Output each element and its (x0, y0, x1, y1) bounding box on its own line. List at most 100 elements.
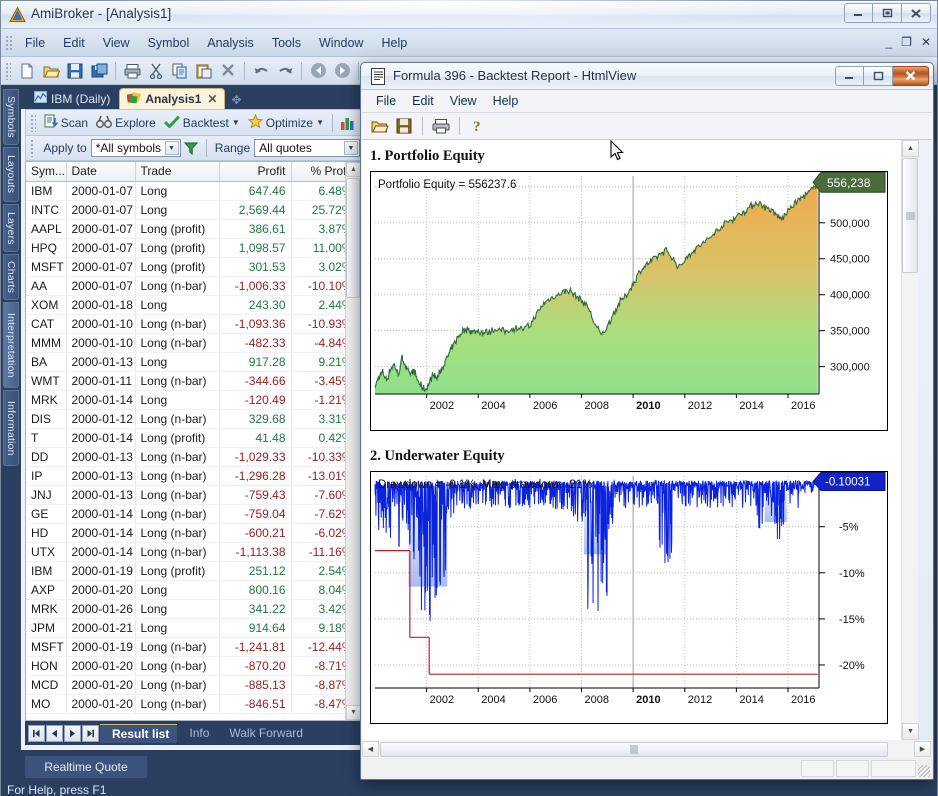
scroll-right-button[interactable]: ▶ (914, 741, 931, 757)
menu-window[interactable]: Window (310, 33, 372, 53)
htmlview-horizontal-scrollbar[interactable]: ◀ ▶ (362, 740, 932, 758)
minimize-button[interactable] (844, 3, 873, 23)
funnel-filter-icon[interactable] (181, 137, 202, 159)
table-row[interactable]: HON 2000-01-20 Long (n-bar) -870.20 -8.71% (26, 656, 359, 676)
scroll-up-button[interactable]: ▲ (902, 140, 919, 157)
menu-file[interactable]: File (16, 33, 54, 53)
sidebar-item-layers[interactable]: Layers (3, 204, 19, 252)
scroll-left-button[interactable]: ◀ (362, 741, 379, 757)
table-row[interactable]: MO 2000-01-20 Long (n-bar) -846.51 -8.47% (26, 694, 359, 714)
bar-chart-icon[interactable] (337, 112, 360, 134)
undo-icon[interactable] (249, 60, 273, 82)
menu-symbol[interactable]: Symbol (139, 33, 199, 53)
back-arrow-icon[interactable] (306, 60, 330, 82)
tab-info[interactable]: Info (177, 724, 217, 742)
htmlview-menu-file[interactable]: File (368, 92, 404, 110)
menu-analysis[interactable]: Analysis (198, 33, 263, 53)
table-row[interactable]: HD 2000-01-14 Long (n-bar) -600.21 -6.02% (26, 523, 359, 543)
column-header-trade[interactable]: Trade (135, 162, 220, 182)
forward-arrow-icon[interactable] (330, 60, 354, 82)
column-header-symbol[interactable]: Sym... (26, 162, 67, 182)
htmlview-maximize-button[interactable] (864, 66, 893, 86)
column-header-date[interactable]: Date (66, 162, 136, 182)
sidebar-item-layouts[interactable]: Layouts (3, 147, 19, 202)
grid-vertical-scrollbar[interactable]: ▲ ▼ (345, 162, 360, 720)
table-row[interactable]: XOM 2000-01-18 Long 243.30 2.44% (26, 295, 359, 315)
table-row[interactable]: AA 2000-01-07 Long (n-bar) -1,006.33 -10.10% (26, 276, 359, 296)
chevron-down-icon[interactable]: ▼ (164, 141, 179, 155)
mdi-close-button[interactable]: ✕ (921, 35, 931, 49)
paste-icon[interactable] (192, 60, 216, 82)
open-folder-icon[interactable] (39, 60, 63, 82)
resize-grip[interactable] (918, 765, 930, 777)
new-document-icon[interactable] (15, 60, 39, 82)
table-row[interactable]: GE 2000-01-14 Long (n-bar) -759.04 -7.62% (26, 504, 359, 524)
range-select[interactable]: All quotes ▼ (254, 139, 360, 157)
table-row[interactable]: AAPL 2000-01-07 Long (profit) 386.61 3.87% (26, 219, 359, 239)
next-record-button[interactable] (64, 724, 81, 742)
chevron-down-icon[interactable]: ▼ (316, 118, 324, 127)
table-row[interactable]: MMM 2000-01-10 Long (n-bar) -482.33 -4.84% (26, 333, 359, 353)
print-icon[interactable] (120, 60, 144, 82)
table-row[interactable]: DD 2000-01-13 Long (n-bar) -1,029.33 -10.33% (26, 447, 359, 467)
table-row[interactable]: IBM 2000-01-19 Long (profit) 251.12 2.54% (26, 561, 359, 581)
table-row[interactable]: MSFT 2000-01-07 Long (profit) 301.53 3.02% (26, 257, 359, 277)
chevron-down-icon[interactable]: ▼ (344, 141, 358, 155)
help-question-icon[interactable]: ? (466, 115, 490, 137)
htmlview-titlebar[interactable]: Formula 396 - Backtest Report - HtmlView (361, 63, 933, 90)
table-row[interactable]: JNJ 2000-01-13 Long (n-bar) -759.43 -7.60% (26, 485, 359, 505)
htmlview-menu-view[interactable]: View (442, 92, 485, 110)
tab-ibm-daily[interactable]: IBM (Daily) (27, 88, 117, 109)
save-icon[interactable] (63, 60, 87, 82)
htmlview-close-button[interactable] (893, 66, 929, 86)
table-row[interactable]: HPQ 2000-01-07 Long (profit) 1,098.57 11.00% (26, 238, 359, 258)
last-record-button[interactable] (82, 724, 99, 742)
mdi-restore-button[interactable]: ❐ (901, 35, 912, 49)
table-row[interactable]: MSFT 2000-01-19 Long (n-bar) -1,241.81 -12.4… (26, 637, 359, 657)
table-row[interactable]: DIS 2000-01-12 Long (n-bar) 329.68 3.31% (26, 409, 359, 429)
table-row[interactable]: IBM 2000-01-07 Long 647.46 6.48% (26, 181, 359, 201)
save-icon[interactable] (392, 115, 416, 137)
table-row[interactable]: WMT 2000-01-11 Long (n-bar) -344.66 -3.45% (26, 371, 359, 391)
realtime-quote-panel-tab[interactable]: Realtime Quote (25, 756, 147, 778)
table-row[interactable]: MRK 2000-01-14 Long -120.49 -1.21% (26, 390, 359, 410)
menu-tools[interactable]: Tools (263, 33, 310, 53)
save-all-icon[interactable] (87, 60, 111, 82)
table-row[interactable]: AXP 2000-01-20 Long 800.16 8.04% (26, 580, 359, 600)
toolbar-grip[interactable] (5, 61, 11, 80)
close-icon[interactable]: ✕ (207, 92, 217, 106)
apply-to-select[interactable]: *All symbols ▼ (90, 139, 181, 157)
table-row[interactable]: IP 2000-01-13 Long (n-bar) -1,296.28 -13.01% (26, 466, 359, 486)
restore-button[interactable] (873, 3, 902, 23)
menubar-grip[interactable] (4, 33, 12, 52)
table-row[interactable]: INTC 2000-01-07 Long 2,569.44 25.72% (26, 200, 359, 220)
table-row[interactable]: MRK 2000-01-26 Long 341.22 3.42% (26, 599, 359, 619)
copy-icon[interactable] (168, 60, 192, 82)
close-button[interactable] (902, 3, 931, 23)
tab-result-list[interactable]: Result list (100, 723, 178, 743)
tab-analysis1[interactable]: Analysis1 ✕ (119, 88, 226, 109)
table-row[interactable]: MCD 2000-01-20 Long (n-bar) -885.13 -8.87% (26, 675, 359, 695)
scroll-down-button[interactable]: ▼ (902, 723, 919, 740)
new-tab-button[interactable]: ✥ (227, 91, 245, 109)
sidebar-item-information[interactable]: Information (3, 390, 19, 466)
table-row[interactable]: UTX 2000-01-14 Long (n-bar) -1,113.38 -11.16… (26, 542, 359, 562)
htmlview-vertical-scrollbar[interactable]: ▲ ▼ (901, 140, 919, 740)
chevron-down-icon[interactable]: ▼ (232, 118, 240, 127)
result-list-grid[interactable]: Sym... Date Trade Profit % Profit IBM 200… (25, 161, 361, 721)
sidebar-item-charts[interactable]: Charts (3, 254, 19, 300)
first-record-button[interactable] (28, 724, 45, 742)
table-row[interactable]: JPM 2000-01-21 Long 914.64 9.18% (26, 618, 359, 638)
table-row[interactable]: CAT 2000-01-10 Long (n-bar) -1,093.36 -10.93… (26, 314, 359, 334)
scroll-thumb[interactable] (346, 178, 360, 298)
menu-edit[interactable]: Edit (54, 33, 94, 53)
delete-x-icon[interactable] (216, 60, 240, 82)
tab-walk-forward[interactable]: Walk Forward (217, 724, 311, 742)
table-row[interactable]: BA 2000-01-13 Long 917.28 9.21% (26, 352, 359, 372)
scroll-thumb[interactable] (902, 158, 918, 273)
menu-view[interactable]: View (94, 33, 139, 53)
toolbar-grip[interactable] (30, 139, 36, 157)
explore-button[interactable]: Explore (92, 114, 160, 132)
toolbar-grip[interactable] (30, 113, 36, 132)
cut-scissors-icon[interactable] (144, 60, 168, 82)
